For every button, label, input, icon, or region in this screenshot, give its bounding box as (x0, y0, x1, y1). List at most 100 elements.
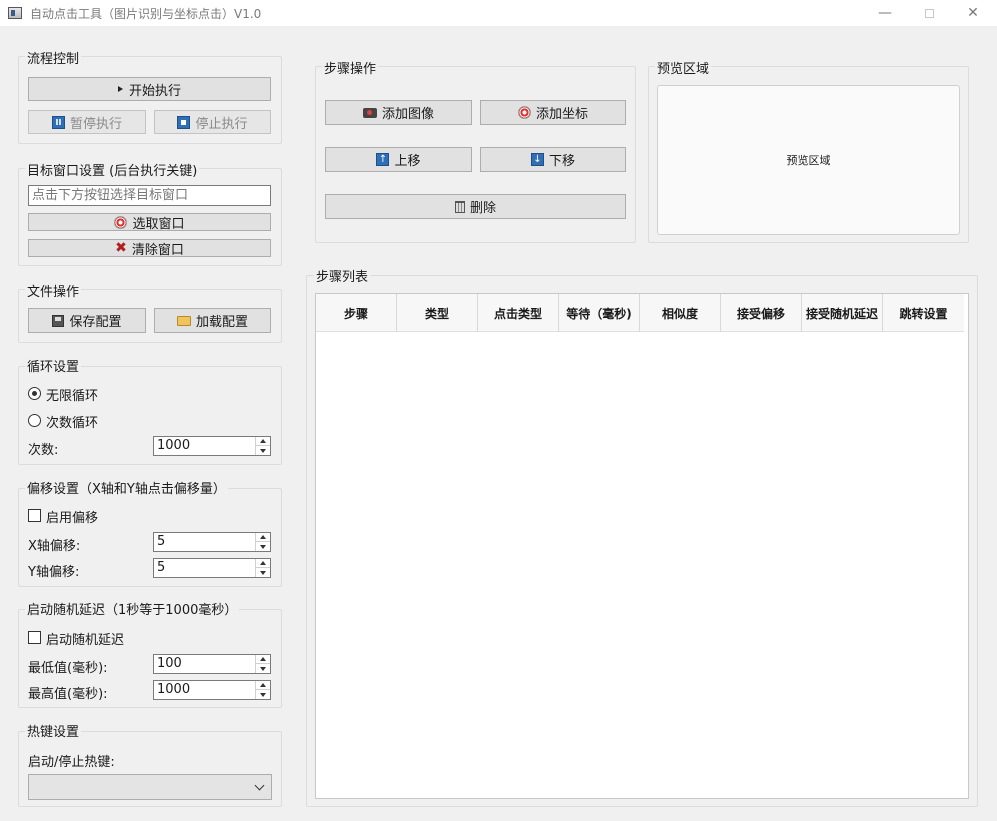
maximize-icon (924, 8, 934, 18)
max-delay-value[interactable]: 1000 (157, 682, 190, 697)
column-header-similarity[interactable]: 相似度 (640, 294, 721, 332)
file-ops-title: 文件操作 (25, 281, 82, 300)
hotkey-title: 热键设置 (25, 721, 82, 740)
add-image-label: 添加图像 (381, 107, 434, 122)
preview-area: 预览区域 (657, 85, 960, 235)
min-delay-label: 最低值(毫秒): (28, 661, 108, 676)
table-header: 步骤 类型 点击类型 等待（毫秒) 相似度 接受偏移 接受随机延迟 跳转设置 (316, 294, 964, 332)
add-coordinate-label: 添加坐标 (535, 107, 588, 122)
delay-title: 启动随机延迟（1秒等于1000毫秒） (25, 599, 240, 618)
close-button[interactable]: ✕ (950, 0, 996, 26)
hotkey-select[interactable] (28, 774, 272, 800)
preview-placeholder: 预览区域 (786, 154, 831, 167)
step-list-title: 步骤列表 (314, 266, 371, 285)
enable-delay-checkbox[interactable] (28, 631, 41, 644)
stop-button[interactable]: 停止执行 (154, 110, 271, 134)
column-header-click-type[interactable]: 点击类型 (478, 294, 559, 332)
pause-icon (51, 115, 65, 129)
spin-up-icon[interactable] (256, 655, 270, 664)
column-header-jump[interactable]: 跳转设置 (883, 294, 964, 332)
move-down-label: 下移 (548, 154, 575, 169)
x-offset-spinbox[interactable]: 5 (153, 532, 271, 552)
column-header-random-delay[interactable]: 接受随机延迟 (802, 294, 883, 332)
y-offset-value[interactable]: 5 (157, 560, 165, 575)
times-spinbox[interactable]: 1000 (153, 436, 271, 456)
arrow-down-icon (530, 153, 544, 166)
load-config-label: 加载配置 (195, 315, 248, 330)
times-label: 次数: (28, 443, 59, 458)
add-image-button[interactable]: 添加图像 (325, 100, 472, 125)
minimize-button[interactable]: — (862, 0, 908, 26)
infinite-loop-label[interactable]: 无限循环 (46, 385, 98, 404)
clear-window-label: 清除窗口 (131, 242, 184, 258)
enable-offset-checkbox[interactable] (28, 509, 41, 522)
move-down-button[interactable]: 下移 (480, 147, 626, 172)
move-up-button[interactable]: 上移 (325, 147, 472, 172)
target-window-input[interactable] (28, 185, 271, 206)
camera-icon (362, 107, 377, 118)
delete-button[interactable]: 删除 (325, 194, 626, 219)
column-header-wait[interactable]: 等待（毫秒) (559, 294, 640, 332)
loop-title: 循环设置 (25, 356, 82, 375)
max-delay-label: 最高值(毫秒): (28, 687, 108, 702)
table-body[interactable] (316, 333, 968, 798)
start-label: 开始执行 (128, 83, 181, 99)
clear-icon: ✖ (115, 240, 127, 256)
play-icon (117, 86, 123, 92)
step-ops-title: 步骤操作 (322, 58, 379, 77)
spin-down-icon[interactable] (256, 664, 270, 673)
app-icon (8, 7, 22, 19)
target-window-title: 目标窗口设置 (后台执行关键) (25, 160, 200, 179)
preview-title: 预览区域 (655, 58, 712, 77)
load-config-button[interactable]: 加载配置 (154, 308, 271, 333)
spin-down-icon[interactable] (256, 568, 270, 577)
floppy-icon (52, 314, 65, 327)
pause-label: 暂停执行 (69, 116, 122, 132)
min-delay-value[interactable]: 100 (157, 656, 182, 671)
hotkey-label: 启动/停止热键: (28, 755, 115, 770)
spin-down-icon[interactable] (256, 542, 270, 551)
max-delay-spinbox[interactable]: 1000 (153, 680, 271, 700)
column-header-type[interactable]: 类型 (397, 294, 478, 332)
minimize-icon: — (878, 5, 892, 21)
title-bar: 自动点击工具（图片识别与坐标点击）V1.0 — ✕ (0, 0, 997, 26)
start-button[interactable]: 开始执行 (28, 77, 271, 101)
spin-down-icon[interactable] (256, 446, 270, 455)
step-table[interactable]: 步骤 类型 点击类型 等待（毫秒) 相似度 接受偏移 接受随机延迟 跳转设置 (315, 293, 969, 799)
spin-up-icon[interactable] (256, 681, 270, 690)
pause-button[interactable]: 暂停执行 (28, 110, 146, 134)
flow-control-title: 流程控制 (25, 48, 82, 67)
maximize-button[interactable] (906, 0, 952, 26)
enable-offset-label[interactable]: 启用偏移 (46, 507, 98, 526)
target-icon (517, 106, 531, 119)
spin-down-icon[interactable] (256, 690, 270, 699)
x-offset-label: X轴偏移: (28, 539, 81, 554)
save-config-button[interactable]: 保存配置 (28, 308, 146, 333)
arrow-up-icon (376, 153, 390, 166)
select-window-label: 选取窗口 (132, 216, 185, 232)
times-value[interactable]: 1000 (157, 438, 190, 453)
spin-up-icon[interactable] (256, 437, 270, 446)
target-icon (114, 215, 128, 229)
column-header-offset[interactable]: 接受偏移 (721, 294, 802, 332)
folder-icon (176, 315, 191, 326)
move-up-label: 上移 (394, 154, 421, 169)
select-window-button[interactable]: 选取窗口 (28, 213, 271, 232)
y-offset-spinbox[interactable]: 5 (153, 558, 271, 578)
stop-icon (177, 115, 191, 129)
x-offset-value[interactable]: 5 (157, 534, 165, 549)
min-delay-spinbox[interactable]: 100 (153, 654, 271, 674)
spin-up-icon[interactable] (256, 533, 270, 542)
count-loop-label[interactable]: 次数循环 (46, 412, 98, 431)
infinite-loop-radio[interactable] (28, 387, 41, 400)
spin-up-icon[interactable] (256, 559, 270, 568)
enable-delay-label[interactable]: 启动随机延迟 (46, 629, 124, 648)
close-icon: ✕ (967, 5, 979, 21)
column-header-step[interactable]: 步骤 (316, 294, 397, 332)
window-title: 自动点击工具（图片识别与坐标点击）V1.0 (30, 6, 262, 21)
trash-icon (454, 200, 465, 213)
clear-window-button[interactable]: ✖ 清除窗口 (28, 239, 271, 258)
offset-title: 偏移设置（X轴和Y轴点击偏移量） (25, 478, 228, 497)
count-loop-radio[interactable] (28, 414, 41, 427)
add-coordinate-button[interactable]: 添加坐标 (480, 100, 626, 125)
